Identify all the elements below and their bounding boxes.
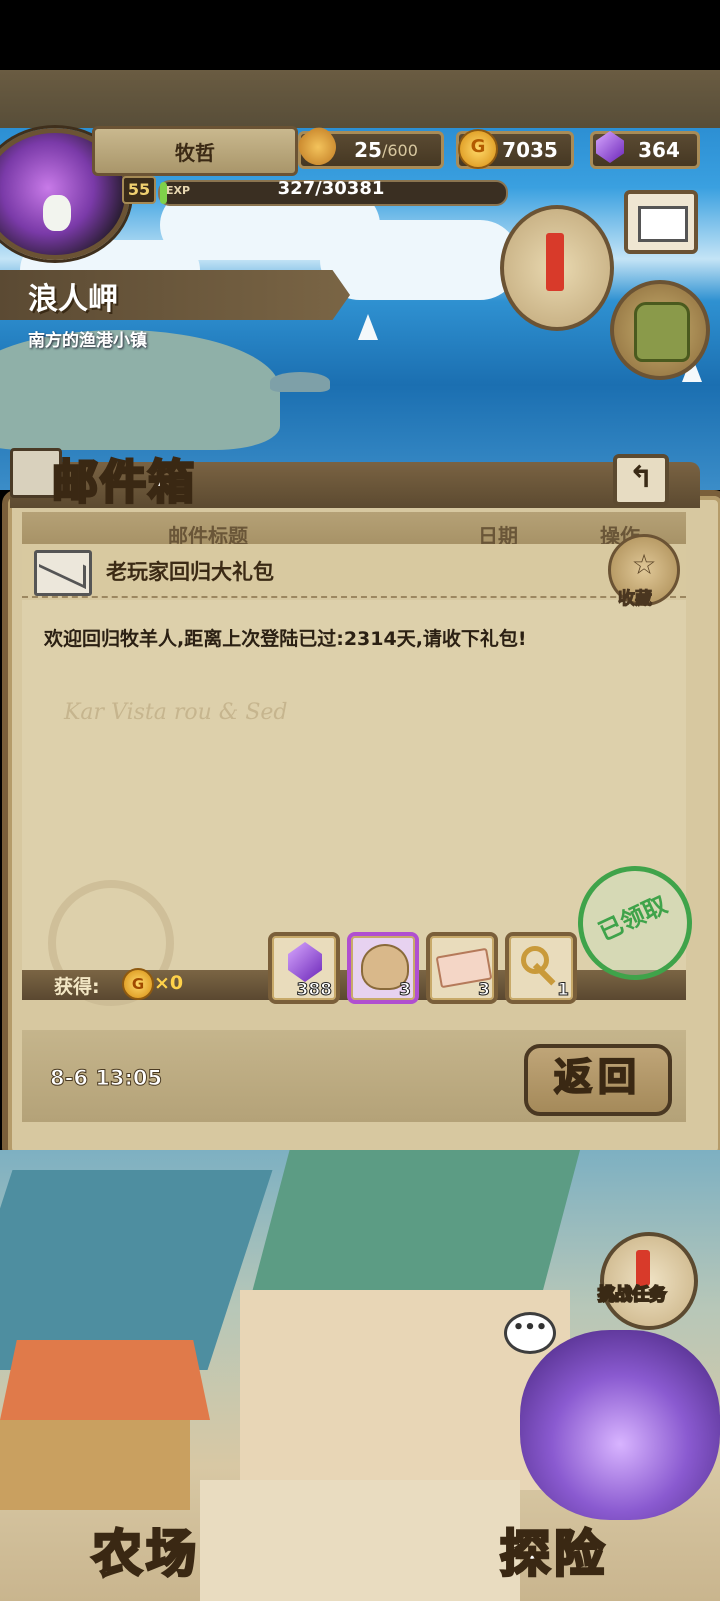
- mail-body-text: 欢迎回归牧羊人,距离上次登陆已过:2314天,请收下礼包!: [44, 628, 527, 650]
- reward-item-gem[interactable]: 388: [268, 932, 340, 1004]
- mail-subject: 老玩家回归大礼包: [106, 560, 274, 584]
- backpack-icon: [634, 302, 690, 362]
- reward-item-key[interactable]: 1: [505, 932, 577, 1004]
- bread-value: 25: [354, 138, 382, 162]
- obtain-gold-count: ×0: [154, 972, 184, 994]
- favorite-label: 收藏: [618, 589, 653, 610]
- farm-button[interactable]: 农场: [91, 1514, 200, 1586]
- reward-count: 388: [296, 980, 332, 1001]
- envelope-icon: [34, 550, 92, 596]
- mail-date: 8-6 13:05: [49, 1066, 163, 1091]
- gold-coin-icon: G: [122, 968, 154, 1000]
- map-decoration-text: Kar Vista rou & Sed: [64, 700, 288, 725]
- status-bar: [0, 0, 720, 70]
- envelope-icon: [638, 206, 688, 242]
- gold-value: 7035: [502, 138, 558, 162]
- magic-tree[interactable]: [520, 1330, 720, 1520]
- backpack-button[interactable]: [610, 280, 710, 380]
- key-icon: [521, 946, 561, 986]
- hud-banner: [0, 70, 720, 128]
- location-subtitle: 南方的渔港小镇: [28, 331, 147, 351]
- gold-coin-icon: G: [458, 129, 498, 169]
- reward-count: 1: [557, 980, 570, 1001]
- mailbox-title: 邮件箱: [51, 454, 196, 511]
- star-icon: ☆: [631, 548, 657, 581]
- return-button[interactable]: 返回: [524, 1044, 672, 1116]
- reward-count: 3: [399, 980, 412, 1001]
- exp-value: 327/30381: [277, 178, 385, 199]
- obtain-label: 获得:: [54, 976, 100, 998]
- location-name: 浪人岬: [28, 282, 118, 317]
- chat-bubble-icon[interactable]: •••: [504, 1312, 556, 1354]
- player-name[interactable]: 牧哲: [92, 126, 298, 176]
- exclamation-icon: [546, 233, 564, 291]
- quest-scroll-button[interactable]: [500, 205, 614, 331]
- level-badge: 55: [122, 176, 156, 204]
- back-arrow-button[interactable]: ↰: [613, 454, 669, 506]
- challenge-task-label: 挑战任务: [597, 1284, 667, 1306]
- reward-item-ticket[interactable]: 3: [426, 932, 498, 1004]
- gem-value: 364: [638, 138, 680, 162]
- bread-max: /600: [381, 140, 418, 160]
- reward-count: 3: [478, 980, 491, 1001]
- explore-button[interactable]: 探险: [499, 1514, 608, 1586]
- purple-gem-icon: [288, 942, 322, 982]
- reward-item-sack[interactable]: 3: [347, 932, 419, 1004]
- mail-button[interactable]: [624, 190, 698, 254]
